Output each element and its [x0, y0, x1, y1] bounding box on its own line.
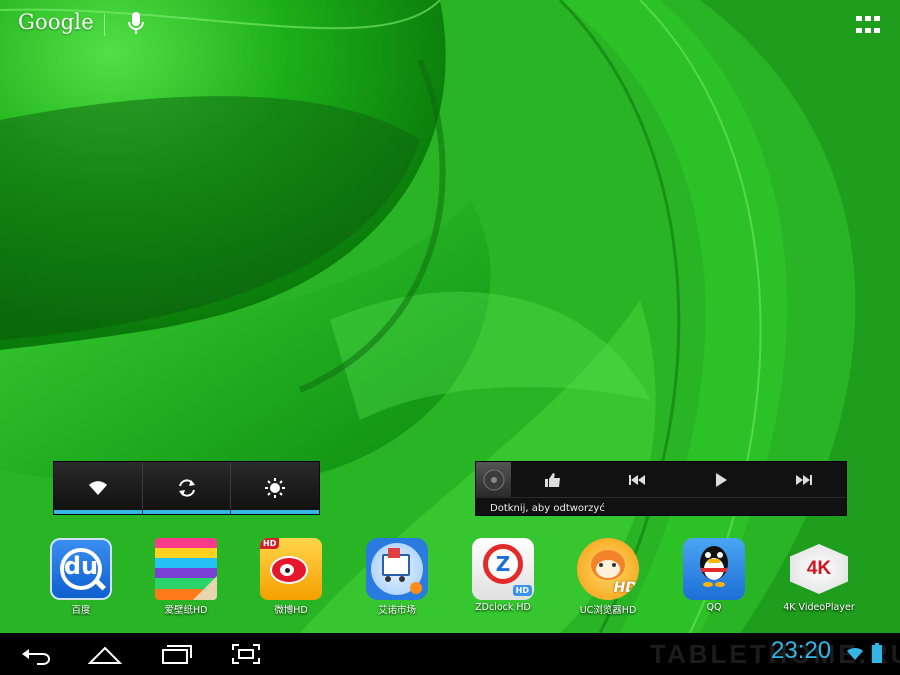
- qq-penguin-icon: [683, 538, 745, 600]
- home-icon: [87, 646, 123, 664]
- app-zdclock-hd[interactable]: Z HD ZDclock HD: [455, 538, 551, 613]
- wifi-toggle-button[interactable]: [54, 462, 142, 514]
- back-icon: [22, 649, 50, 665]
- weibo-icon: HD: [260, 538, 322, 600]
- sync-toggle-button[interactable]: [141, 462, 231, 514]
- google-search-logo[interactable]: Google: [18, 10, 94, 34]
- previous-button[interactable]: [595, 462, 679, 497]
- back-button[interactable]: [19, 641, 53, 667]
- app-label: ZDclock HD: [475, 602, 531, 613]
- baidu-du-icon: du: [50, 538, 112, 600]
- app-label: 4K VideoPlayer: [783, 602, 855, 613]
- wifi-icon: [88, 481, 107, 495]
- brightness-icon: [265, 478, 286, 498]
- app-label: QQ: [706, 602, 722, 613]
- app-weibo-hd[interactable]: HD 微博HD: [243, 538, 339, 616]
- play-icon: [716, 472, 728, 487]
- play-button[interactable]: [679, 462, 763, 497]
- 4k-videoplayer-icon: 4K: [788, 538, 850, 600]
- navigation-bar: TABLETHOME.RU 23:20: [0, 633, 900, 675]
- clock[interactable]: 23:20: [771, 637, 831, 665]
- music-prompt[interactable]: Dotknij, aby odtworzyć: [476, 498, 846, 514]
- brightness-toggle-indicator: [231, 510, 320, 514]
- next-button[interactable]: [762, 462, 846, 497]
- recent-apps-icon: [162, 645, 192, 664]
- app-wallpaper-hd[interactable]: 爱壁纸HD: [138, 538, 234, 616]
- next-icon: [796, 474, 813, 485]
- mic-icon[interactable]: [126, 11, 146, 37]
- uc-browser-icon: HD: [577, 538, 639, 600]
- power-control-widget: [53, 461, 320, 515]
- wifi-toggle-indicator: [54, 510, 142, 514]
- app-label: 微博HD: [274, 605, 308, 616]
- all-apps-grid-icon[interactable]: [856, 16, 880, 34]
- app-label: 艾诺市场: [377, 605, 416, 616]
- wallpaper-icon: [155, 538, 217, 600]
- screenshot-icon: [232, 644, 260, 664]
- thumbs-up-button[interactable]: [511, 462, 595, 497]
- sync-toggle-indicator: [142, 510, 231, 514]
- previous-icon: [628, 474, 645, 485]
- screenshot-button[interactable]: [229, 641, 263, 667]
- recent-apps-button[interactable]: [160, 641, 194, 667]
- thumbs-up-icon: [544, 472, 560, 487]
- sync-icon: [178, 479, 195, 497]
- home-app-shortcuts: du 百度 爱壁纸HD HD 微博HD 艾诺市场 Z HD ZDclock HD…: [0, 538, 900, 618]
- app-market[interactable]: 艾诺市场: [349, 538, 445, 616]
- app-label: UC浏览器HD: [579, 605, 637, 616]
- app-label: 爱壁纸HD: [164, 605, 208, 616]
- app-label: 百度: [71, 605, 91, 616]
- app-4k-videoplayer[interactable]: 4K 4K VideoPlayer: [771, 538, 867, 613]
- album-art-icon[interactable]: [476, 462, 511, 497]
- app-uc-browser-hd[interactable]: HD UC浏览器HD: [560, 538, 656, 616]
- battery-status-icon: [872, 643, 882, 663]
- app-qq[interactable]: QQ: [666, 538, 762, 613]
- app-baidu[interactable]: du 百度: [33, 538, 129, 616]
- zdclock-icon: Z HD: [472, 538, 534, 600]
- home-button[interactable]: [87, 641, 123, 667]
- market-cart-icon: [366, 538, 428, 600]
- music-widget: Dotknij, aby odtworzyć: [475, 461, 847, 516]
- brightness-toggle-button[interactable]: [230, 462, 320, 514]
- wifi-status-icon: [846, 645, 864, 661]
- search-divider: [104, 14, 105, 36]
